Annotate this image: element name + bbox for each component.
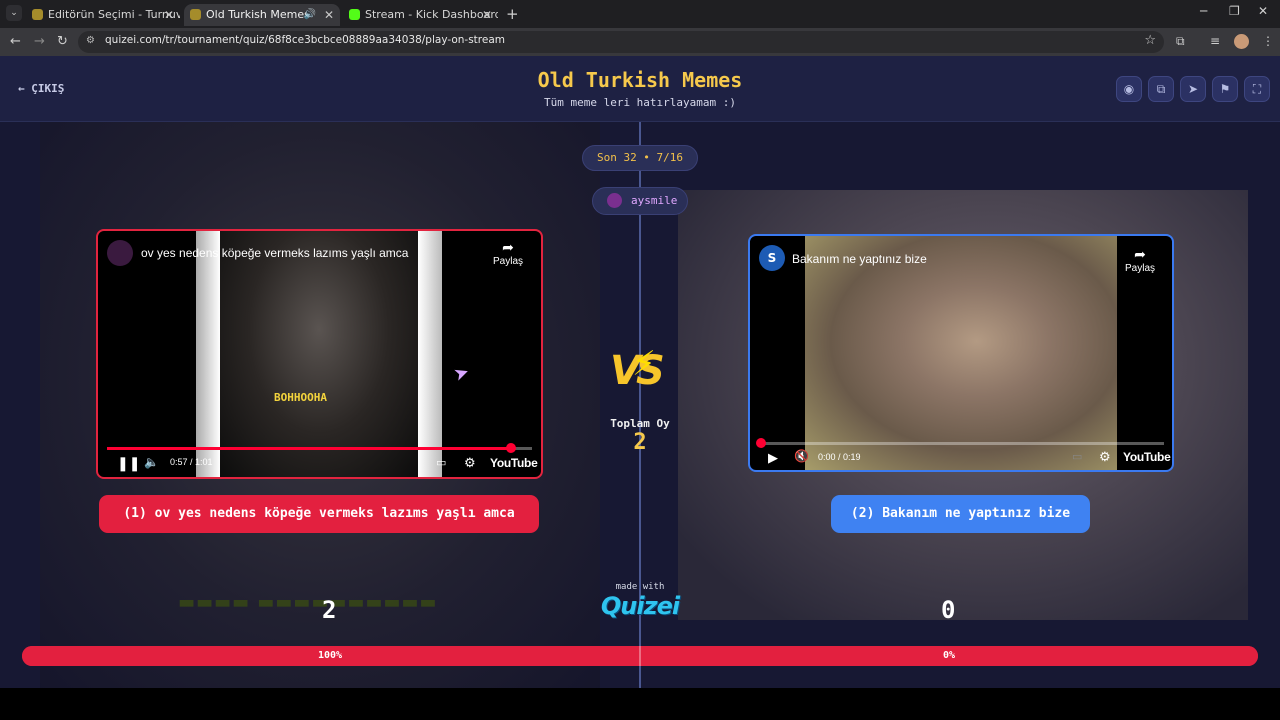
mouse-cursor-icon: ➤ [450, 361, 473, 386]
vote-percentage-bar: 100% 0% [22, 646, 1258, 666]
audio-icon[interactable]: 🔊 [304, 4, 316, 26]
browser-tab[interactable]: Stream - Kick Dashboard ✕ [343, 4, 498, 26]
eye-icon[interactable]: ◉ [1116, 76, 1142, 102]
tab-search-icon[interactable]: ⌄ [6, 5, 22, 21]
round-badge: Son 32 • 7/16 [582, 145, 698, 171]
reading-list-icon[interactable]: ≡ [1210, 34, 1220, 48]
fullscreen-icon[interactable]: ⛶ [1244, 76, 1270, 102]
channel-avatar[interactable] [107, 240, 133, 266]
lightning-icon: ⚡ [632, 344, 656, 384]
video-title[interactable]: ov yes nedens köpeğe vermeks lazıms yaşl… [141, 246, 408, 260]
right-video-player[interactable]: S Bakanım ne yaptınız bize ➦ Paylaş ▶ 🔇 … [748, 234, 1174, 472]
choice-1-button[interactable]: (1) ov yes nedens köpeğe vermeks lazıms … [99, 495, 539, 533]
minimize-icon[interactable]: ─ [1200, 4, 1207, 18]
url-field[interactable]: ⚙ quizei.com/tr/tournament/quiz/68f8ce3b… [78, 31, 1164, 53]
close-tab-icon[interactable]: ✕ [324, 4, 334, 26]
right-score: 0 [941, 596, 956, 624]
video-frame-strip [418, 231, 442, 477]
browser-menu-icon[interactable]: ⋮ [1262, 34, 1274, 48]
share-icon: ➦ [1134, 246, 1146, 262]
address-bar: ← → ↻ ⚙ quizei.com/tr/tournament/quiz/68… [0, 28, 1280, 56]
youtube-logo[interactable]: YouTube [1123, 450, 1171, 464]
total-votes-value: 2 [633, 430, 647, 455]
close-window-icon[interactable]: ✕ [1258, 4, 1268, 18]
video-progress-fill [107, 447, 511, 450]
reload-icon[interactable]: ↻ [57, 34, 68, 49]
video-progress[interactable] [107, 443, 532, 453]
pause-icon[interactable]: ❚❚ [117, 455, 140, 472]
video-frame [805, 236, 1117, 470]
forward-icon[interactable]: → [34, 34, 45, 49]
choice-2-button[interactable]: (2) Bakanım ne yaptınız bize [831, 495, 1090, 533]
volume-icon[interactable]: 🔈 [144, 455, 159, 469]
back-icon[interactable]: ← [10, 34, 21, 49]
copy-icon[interactable]: ⧉ [1148, 76, 1174, 102]
quiz-title: Old Turkish Memes [537, 68, 743, 92]
subtitles-icon[interactable]: ▭ [1072, 450, 1082, 463]
settings-icon[interactable]: ⚙ [1099, 449, 1111, 465]
video-progress-knob[interactable] [756, 438, 766, 448]
video-progress[interactable] [756, 438, 1164, 448]
send-icon[interactable]: ➤ [1180, 76, 1206, 102]
site-info-icon[interactable]: ⚙ [86, 35, 99, 48]
close-tab-icon[interactable]: ✕ [482, 4, 492, 26]
video-progress-knob[interactable] [505, 443, 516, 453]
share-button[interactable]: ➦ Paylaş [491, 239, 525, 267]
favicon-icon [32, 9, 43, 20]
share-button[interactable]: ➦ Paylaş [1123, 246, 1157, 274]
subtitles-icon[interactable]: ▭ [436, 456, 446, 469]
profile-avatar[interactable] [1234, 34, 1249, 49]
quiz-subtitle: Tüm meme leri hatırlayamam :) [543, 96, 737, 109]
video-time: 0:00 / 0:19 [818, 452, 861, 462]
vs-emblem: V S ⚡ [606, 344, 674, 402]
video-frame [220, 231, 418, 477]
video-time: 0:57 / 1:01 [170, 457, 213, 467]
app-header: ← ÇIKIŞ Old Turkish Memes Tüm meme leri … [0, 56, 1280, 122]
extensions-icon[interactable]: ⧉ [1176, 34, 1185, 49]
video-title[interactable]: Bakanım ne yaptınız bize [792, 252, 927, 266]
streamer-badge: aysmile [592, 187, 688, 215]
quiz-app: ▬▬▬▬ ▬▬▬▬▬▬▬▬▬▬ ← ÇIKIŞ Old Turkish Meme… [0, 56, 1280, 688]
vote-bar-divider [639, 646, 641, 666]
browser-tab[interactable]: Editörün Seçimi - Turnuva - Qu ✕ [26, 4, 180, 26]
left-score: 2 [322, 596, 337, 624]
video-caption: BOHHOOHA [274, 391, 327, 404]
youtube-logo[interactable]: YouTube [490, 456, 538, 470]
settings-icon[interactable]: ⚙ [464, 455, 476, 471]
total-votes-label: Toplam Oy [610, 417, 670, 430]
restore-icon[interactable]: ❐ [1229, 4, 1240, 18]
new-tab-button[interactable]: + [506, 5, 519, 23]
close-tab-icon[interactable]: ✕ [164, 4, 174, 26]
made-with-label: made with [615, 582, 665, 592]
flag-icon[interactable]: ⚑ [1212, 76, 1238, 102]
kick-favicon-icon [349, 9, 360, 20]
left-background-caption: ▬▬▬▬ ▬▬▬▬▬▬▬▬▬▬ [178, 592, 438, 613]
browser-tab-active[interactable]: Old Turkish Memes - Tier L 🔊 ✕ [184, 4, 340, 26]
video-frame-strip [196, 231, 220, 477]
browser-tab-strip: ⌄ Editörün Seçimi - Turnuva - Qu ✕ Old T… [0, 0, 1280, 28]
left-video-player[interactable]: BOHHOOHA ov yes nedens köpeğe vermeks la… [96, 229, 543, 479]
taskbar-strip [0, 688, 1280, 720]
share-icon: ➦ [502, 239, 514, 255]
quizei-logo[interactable]: Quizei [590, 592, 690, 620]
channel-avatar[interactable]: S [759, 245, 785, 271]
bookmark-star-icon[interactable]: ☆ [1144, 33, 1156, 48]
play-icon[interactable]: ▶ [768, 450, 778, 466]
left-percent: 100% [318, 650, 343, 661]
favicon-icon [190, 9, 201, 20]
right-percent: 0% [943, 650, 956, 661]
user-avatar [607, 193, 622, 208]
muted-icon[interactable]: 🔇 [794, 449, 809, 463]
